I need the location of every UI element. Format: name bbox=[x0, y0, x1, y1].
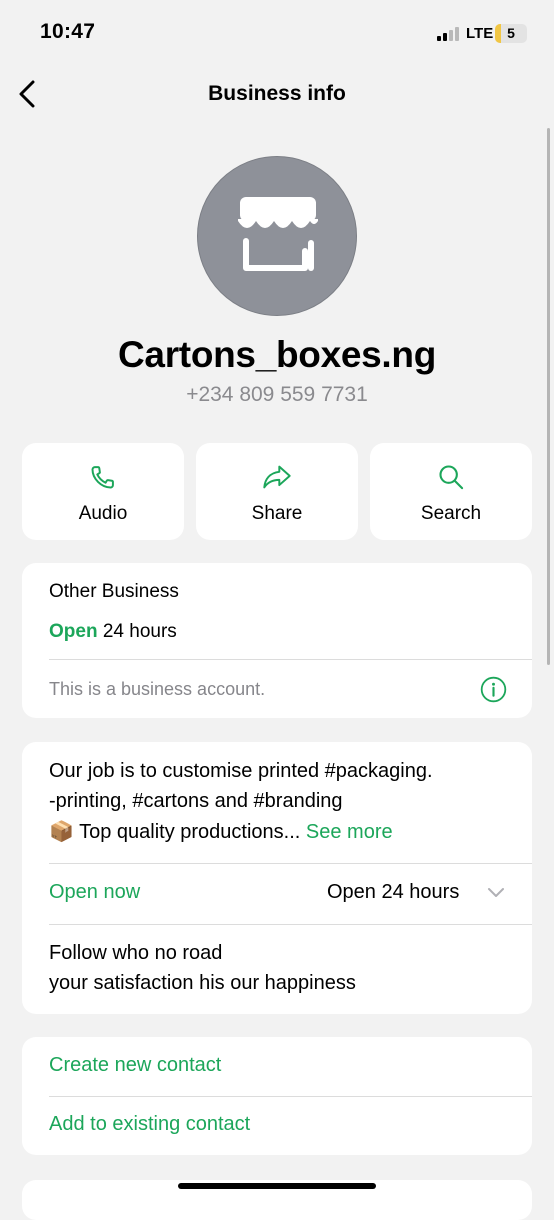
home-indicator[interactable] bbox=[178, 1183, 376, 1189]
add-to-contact-button[interactable]: Add to existing contact bbox=[49, 1113, 250, 1136]
divider bbox=[49, 863, 532, 864]
share-button[interactable]: Share bbox=[196, 443, 358, 540]
search-label: Search bbox=[420, 503, 482, 524]
business-category-card: Other Business Open 24 hours This is a b… bbox=[22, 563, 532, 718]
phone-number[interactable]: +234 809 559 7731 bbox=[0, 383, 554, 407]
info-icon[interactable] bbox=[480, 676, 507, 703]
business-category: Other Business bbox=[49, 581, 179, 602]
description-line: 📦 Top quality productions... See more bbox=[49, 819, 393, 844]
package-emoji: 📦 bbox=[49, 821, 74, 843]
divider bbox=[49, 659, 532, 660]
description-line: -printing, #cartons and #branding bbox=[49, 790, 343, 812]
battery-icon: 5 bbox=[495, 24, 527, 43]
storefront-icon bbox=[238, 197, 318, 271]
share-label: Share bbox=[251, 503, 303, 524]
hours-dropdown[interactable]: Open 24 hours bbox=[327, 881, 459, 904]
business-name: Cartons_boxes.ng bbox=[118, 334, 436, 375]
search-icon bbox=[439, 465, 464, 490]
description-line: Our job is to customise printed #packagi… bbox=[49, 760, 433, 782]
phone-icon bbox=[91, 466, 114, 489]
audio-label: Audio bbox=[78, 503, 128, 524]
search-button[interactable]: Search bbox=[370, 443, 532, 540]
audio-call-button[interactable]: Audio bbox=[22, 443, 184, 540]
share-arrow-icon bbox=[263, 465, 291, 489]
avatar[interactable] bbox=[197, 156, 357, 316]
contact-actions-card: Create new contact Add to existing conta… bbox=[22, 1037, 532, 1155]
about-card: Our job is to customise printed #packagi… bbox=[22, 742, 532, 1014]
divider bbox=[49, 1096, 532, 1097]
open-now-status: Open now bbox=[49, 881, 141, 903]
business-account-note: This is a business account. bbox=[49, 679, 266, 699]
chevron-down-icon[interactable] bbox=[487, 887, 505, 899]
description-text: Top quality productions... bbox=[73, 821, 301, 843]
divider bbox=[49, 924, 532, 925]
business-hours-summary: Open 24 hours bbox=[49, 621, 177, 643]
signal-icon bbox=[437, 27, 463, 41]
open-status: Open bbox=[49, 621, 98, 642]
create-contact-button[interactable]: Create new contact bbox=[49, 1054, 221, 1077]
battery-level: 5 bbox=[507, 25, 515, 41]
hours-text: 24 hours bbox=[97, 621, 177, 642]
tagline-line: Follow who no road bbox=[49, 942, 223, 964]
page-title: Business info bbox=[208, 82, 346, 105]
status-time: 10:47 bbox=[40, 20, 96, 43]
network-type: LTE bbox=[466, 25, 494, 42]
see-more-link[interactable]: See more bbox=[306, 821, 393, 843]
tagline-line: your satisfaction his our happiness bbox=[49, 972, 356, 994]
status-bar: 10:47 LTE 5 bbox=[0, 0, 554, 66]
